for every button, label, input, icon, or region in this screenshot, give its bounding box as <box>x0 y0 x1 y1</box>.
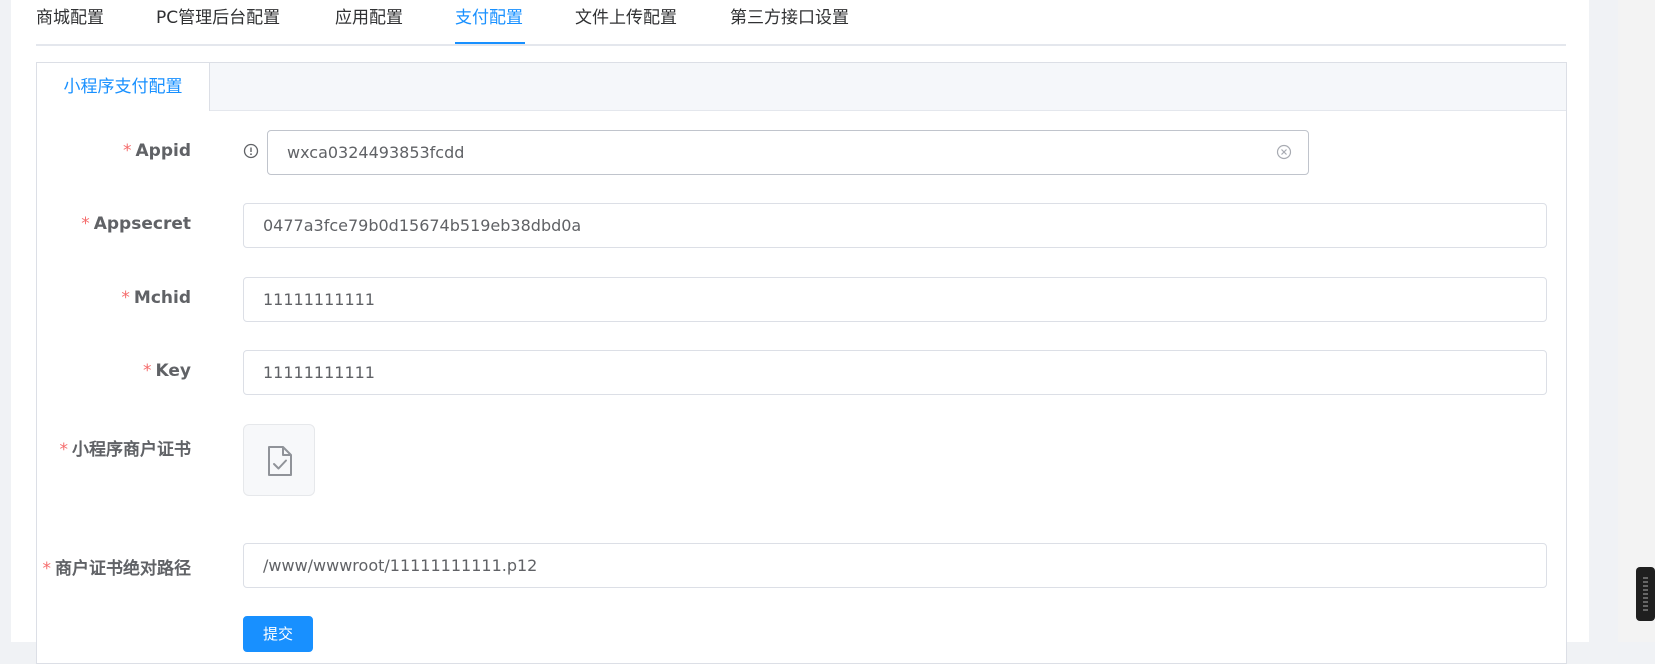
settings-page: 商城配置 PC管理后台配置 应用配置 支付配置 文件上传配置 第三方接口设置 小… <box>0 0 1618 664</box>
tab-payment-config[interactable]: 支付配置 <box>455 7 523 37</box>
cert-path-input[interactable] <box>243 543 1547 588</box>
tab-pc-admin-config[interactable]: PC管理后台配置 <box>156 7 280 37</box>
appid-label: * Appid <box>123 141 191 161</box>
circle-close-icon[interactable] <box>1276 144 1292 160</box>
key-label-text: Key <box>155 361 192 381</box>
info-circle-icon[interactable] <box>243 143 259 159</box>
tab-miniprogram-payment[interactable]: 小程序支付配置 <box>37 63 210 111</box>
mchid-input[interactable] <box>243 277 1547 322</box>
mchid-label: * Mchid <box>121 288 191 308</box>
tab-app-config[interactable]: 应用配置 <box>335 7 403 37</box>
tab-third-party-api[interactable]: 第三方接口设置 <box>730 7 849 37</box>
key-label: * Key <box>143 361 191 381</box>
tab-mall-config[interactable]: 商城配置 <box>36 7 104 37</box>
cert-label-text: 小程序商户证书 <box>72 440 191 460</box>
required-mark: * <box>121 288 130 308</box>
required-mark: * <box>42 559 52 579</box>
card-tabs-header: 小程序支付配置 <box>37 63 1566 111</box>
top-tabs: 商城配置 PC管理后台配置 应用配置 支付配置 文件上传配置 第三方接口设置 <box>36 0 1566 46</box>
scrollbar-thumb[interactable] <box>1636 567 1655 621</box>
cert-path-label-text: 商户证书绝对路径 <box>55 559 191 579</box>
mchid-label-text: Mchid <box>133 288 191 308</box>
cert-label: * 小程序商户证书 <box>60 435 192 460</box>
submit-button[interactable]: 提交 <box>243 616 313 652</box>
key-input[interactable] <box>243 350 1547 395</box>
tab-file-upload-config[interactable]: 文件上传配置 <box>575 7 677 37</box>
appid-label-text: Appid <box>135 141 192 161</box>
required-mark: * <box>123 141 132 161</box>
appid-input[interactable] <box>267 130 1309 175</box>
appsecret-label-text: Appsecret <box>93 214 191 234</box>
appsecret-label: * Appsecret <box>81 214 191 234</box>
scrollbar-track[interactable] <box>1618 0 1655 642</box>
required-mark: * <box>59 440 69 460</box>
right-gutter <box>1589 0 1618 642</box>
active-tab-indicator <box>455 42 525 44</box>
file-check-icon <box>268 446 292 476</box>
left-gutter <box>0 0 11 642</box>
cert-upload-box[interactable] <box>243 424 315 496</box>
cert-path-label: * 商户证书绝对路径 <box>43 554 192 579</box>
required-mark: * <box>81 214 90 234</box>
appsecret-input[interactable] <box>243 203 1547 248</box>
required-mark: * <box>143 361 152 381</box>
